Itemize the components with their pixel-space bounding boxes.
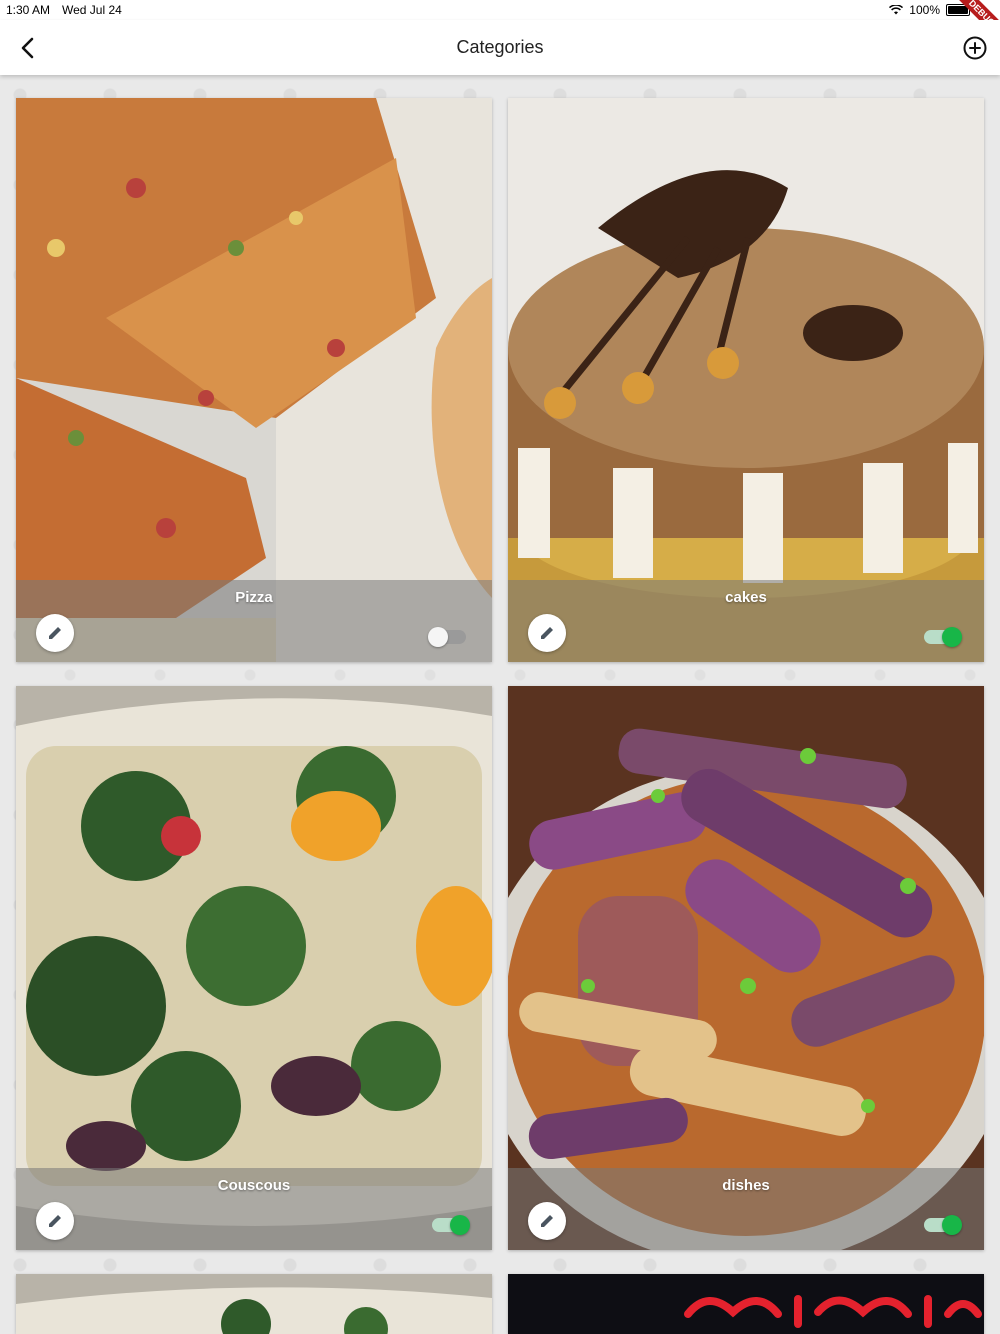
category-label: dishes — [722, 1177, 770, 1194]
edit-button[interactable] — [36, 1202, 74, 1240]
category-card-pizza[interactable]: Pizza — [16, 98, 492, 662]
category-photo — [16, 98, 492, 662]
wifi-icon — [889, 5, 904, 15]
enable-toggle[interactable] — [924, 627, 962, 647]
status-bar: 1:30 AM Wed Jul 24 100% DEBUG — [0, 0, 1000, 47]
edit-button[interactable] — [36, 614, 74, 652]
app-bar: Categories — [0, 20, 1000, 75]
enable-toggle[interactable] — [924, 1215, 962, 1235]
category-card-couscous[interactable]: Couscous — [16, 686, 492, 1250]
category-card-cakes[interactable]: cakes — [508, 98, 984, 662]
category-label: Couscous — [217, 1177, 291, 1194]
category-photo — [508, 98, 984, 662]
toggle-knob — [428, 627, 448, 647]
status-indicators: 100% — [889, 3, 970, 17]
enable-toggle[interactable] — [432, 1215, 470, 1235]
enable-toggle[interactable] — [428, 627, 466, 647]
category-label: Pizza — [235, 589, 273, 606]
category-card-6[interactable] — [508, 1274, 984, 1334]
toggle-knob — [942, 1215, 962, 1235]
category-photo — [508, 1274, 984, 1334]
category-photo — [508, 686, 984, 1250]
status-time: 1:30 AM — [6, 3, 51, 17]
edit-button[interactable] — [528, 614, 566, 652]
toggle-knob — [450, 1215, 470, 1235]
category-photo — [16, 1274, 492, 1334]
status-date: Wed Jul 24 — [62, 3, 122, 17]
pencil-icon — [49, 1215, 61, 1227]
pencil-icon — [541, 627, 553, 639]
category-card-dishes[interactable]: dishes — [508, 686, 984, 1250]
add-circle-icon[interactable] — [962, 35, 988, 61]
page-title: Categories — [456, 37, 544, 57]
category-photo — [16, 686, 492, 1250]
pencil-icon — [541, 1215, 553, 1227]
category-label: cakes — [725, 589, 767, 606]
toggle-knob — [942, 627, 962, 647]
edit-button[interactable] — [528, 1202, 566, 1240]
battery-percent: 100% — [909, 3, 940, 17]
pencil-icon — [49, 627, 61, 639]
category-card-5[interactable] — [16, 1274, 492, 1334]
